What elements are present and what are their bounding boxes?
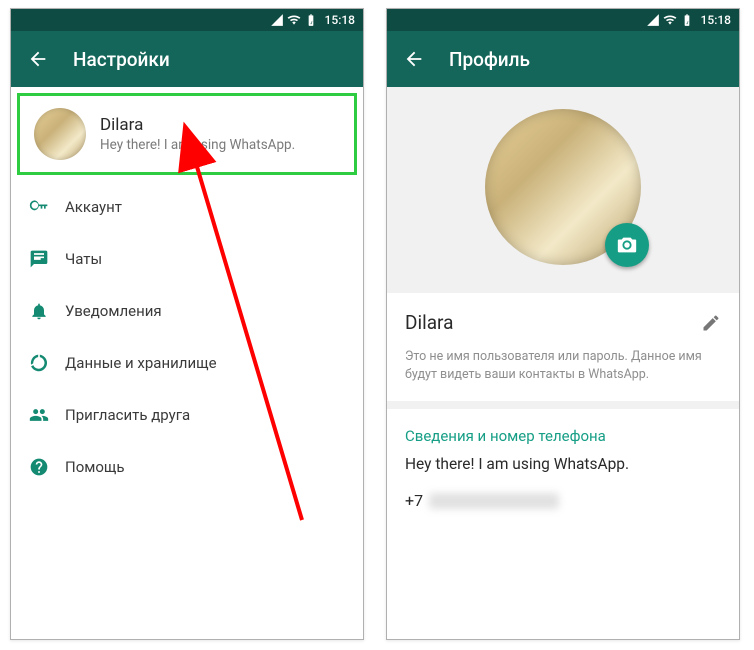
bell-icon — [29, 301, 65, 321]
battery-icon — [680, 13, 694, 27]
signal-icon — [270, 13, 284, 27]
item-label: Уведомления — [65, 302, 162, 320]
item-label: Аккаунт — [65, 198, 122, 216]
wifi-icon — [663, 13, 677, 27]
key-icon — [29, 197, 65, 217]
profile-name: Dilara — [100, 115, 295, 135]
sidebar-item-notifications[interactable]: Уведомления — [11, 285, 363, 337]
phone-number-blurred — [429, 493, 559, 509]
profile-row[interactable]: Dilara Hey there! I am using WhatsApp. — [17, 93, 357, 175]
item-label: Помощь — [65, 458, 125, 476]
name-row[interactable]: Dilara — [405, 311, 721, 334]
sidebar-item-account[interactable]: Аккаунт — [11, 181, 363, 233]
phone-number-row[interactable]: +7 — [405, 491, 721, 510]
status-time: 15:18 — [701, 13, 731, 27]
profile-screen: 15:18 Профиль Dilara Это не имя пользова… — [386, 8, 740, 640]
settings-list: Аккаунт Чаты Уведомления Данные и хранил… — [11, 181, 363, 493]
about-card: Сведения и номер телефона Hey there! I a… — [387, 409, 739, 528]
sidebar-item-data[interactable]: Данные и хранилище — [11, 337, 363, 389]
profile-toolbar: Профиль — [387, 31, 739, 87]
settings-screen: 15:18 Настройки Dilara Hey there! I am u… — [10, 8, 364, 640]
status-bar: 15:18 — [387, 9, 739, 31]
sidebar-item-chats[interactable]: Чаты — [11, 233, 363, 285]
camera-icon — [616, 234, 638, 256]
help-icon — [29, 457, 65, 477]
profile-status: Hey there! I am using WhatsApp. — [100, 137, 295, 153]
avatar — [34, 108, 86, 160]
item-label: Чаты — [65, 250, 102, 268]
name-hint: Это не имя пользователя или пароль. Данн… — [405, 348, 721, 383]
sidebar-item-invite[interactable]: Пригласить друга — [11, 389, 363, 441]
item-label: Данные и хранилище — [65, 354, 217, 372]
settings-toolbar: Настройки — [11, 31, 363, 87]
phone-prefix: +7 — [405, 491, 423, 510]
name-card: Dilara Это не имя пользователя или парол… — [387, 293, 739, 401]
arrow-back-icon — [27, 48, 49, 70]
chat-icon — [29, 249, 65, 269]
back-button[interactable] — [27, 48, 49, 70]
status-time: 15:18 — [325, 13, 355, 27]
display-name: Dilara — [405, 311, 453, 334]
status-bar: 15:18 — [11, 9, 363, 31]
data-usage-icon — [29, 353, 65, 373]
change-photo-button[interactable] — [605, 223, 649, 267]
profile-title: Профиль — [449, 48, 530, 71]
battery-icon — [304, 13, 318, 27]
arrow-back-icon — [403, 48, 425, 70]
edit-icon — [701, 313, 721, 333]
item-label: Пригласить друга — [65, 406, 190, 424]
signal-icon — [646, 13, 660, 27]
profile-photo-area — [387, 87, 739, 293]
people-icon — [29, 405, 65, 425]
settings-title: Настройки — [73, 48, 170, 71]
wifi-icon — [287, 13, 301, 27]
about-text[interactable]: Hey there! I am using WhatsApp. — [405, 455, 721, 473]
back-button[interactable] — [403, 48, 425, 70]
about-section-title: Сведения и номер телефона — [405, 427, 721, 445]
sidebar-item-help[interactable]: Помощь — [11, 441, 363, 493]
